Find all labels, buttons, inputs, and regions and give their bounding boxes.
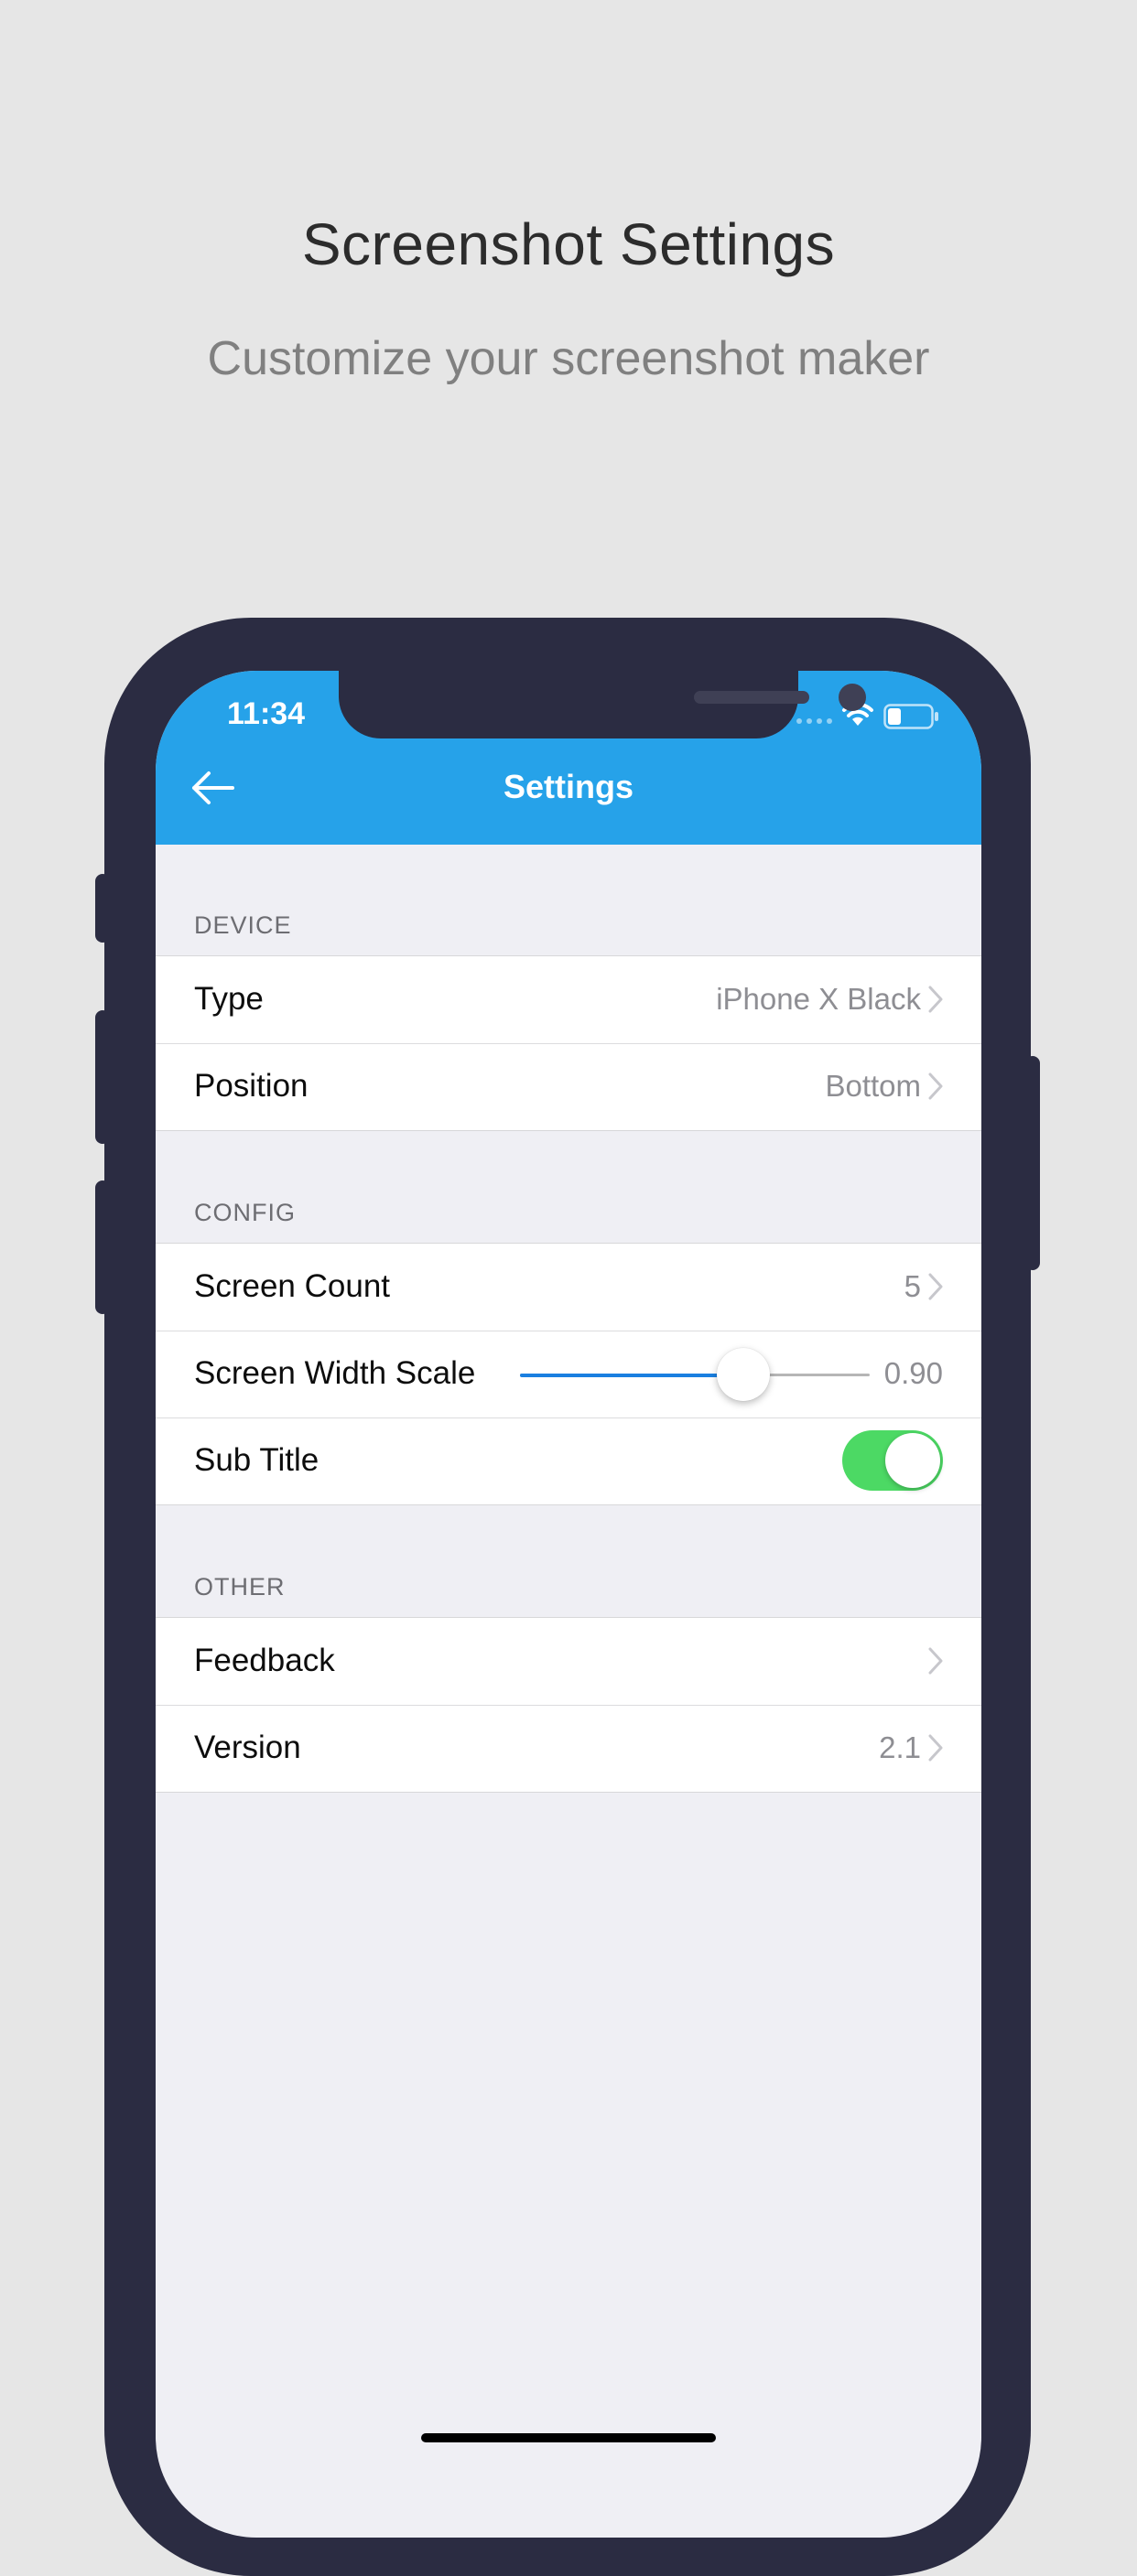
row-type[interactable]: Type iPhone X Black bbox=[156, 956, 981, 1043]
row-feedback[interactable]: Feedback bbox=[156, 1618, 981, 1705]
row-type-label: Type bbox=[194, 981, 264, 1017]
row-sub-title-label: Sub Title bbox=[194, 1442, 319, 1478]
width-scale-slider[interactable] bbox=[520, 1348, 870, 1401]
battery-icon bbox=[883, 704, 938, 729]
other-group: Feedback Version 2.1 bbox=[156, 1617, 981, 1793]
chevron-right-icon bbox=[928, 1072, 943, 1100]
front-camera bbox=[839, 684, 866, 711]
row-type-value: iPhone X Black bbox=[716, 982, 921, 1016]
row-version-label: Version bbox=[194, 1730, 301, 1765]
status-time: 11:34 bbox=[227, 696, 306, 731]
nav-title: Settings bbox=[503, 768, 633, 805]
row-sub-title: Sub Title bbox=[156, 1417, 981, 1504]
device-group: Type iPhone X Black Position Bottom bbox=[156, 955, 981, 1131]
section-header-device: DEVICE bbox=[194, 911, 292, 939]
slider-thumb[interactable] bbox=[717, 1348, 771, 1401]
sub-title-toggle[interactable] bbox=[842, 1430, 943, 1491]
phone-screen: 11:34 Settings DEVICE Type iPhone X Blac… bbox=[156, 671, 981, 2538]
section-header-config: CONFIG bbox=[194, 1199, 296, 1226]
chevron-right-icon bbox=[928, 1273, 943, 1300]
row-screen-count-value: 5 bbox=[904, 1269, 921, 1303]
speaker-grille bbox=[694, 691, 809, 704]
signal-dots-icon bbox=[796, 718, 832, 724]
marketing-subtitle: Customize your screenshot maker bbox=[207, 332, 930, 385]
row-screen-count-label: Screen Count bbox=[194, 1268, 391, 1304]
row-feedback-label: Feedback bbox=[194, 1643, 335, 1678]
row-version[interactable]: Version 2.1 bbox=[156, 1705, 981, 1792]
row-screen-width-scale-label: Screen Width Scale bbox=[194, 1355, 476, 1391]
chevron-right-icon bbox=[928, 1734, 943, 1762]
chevron-right-icon bbox=[928, 986, 943, 1013]
toggle-knob bbox=[885, 1433, 940, 1488]
config-group: Screen Count 5 Screen Width Scale 0.90 S… bbox=[156, 1243, 981, 1505]
row-position-value: Bottom bbox=[825, 1069, 921, 1103]
row-screen-count[interactable]: Screen Count 5 bbox=[156, 1244, 981, 1331]
row-screen-width-scale: Screen Width Scale 0.90 bbox=[156, 1331, 981, 1417]
chevron-right-icon bbox=[928, 1647, 943, 1675]
marketing-title: Screenshot Settings bbox=[301, 211, 836, 277]
section-header-other: OTHER bbox=[194, 1573, 286, 1601]
phone-notch bbox=[339, 671, 866, 738]
row-version-value: 2.1 bbox=[879, 1730, 921, 1764]
row-position-label: Position bbox=[194, 1068, 309, 1104]
width-scale-value: 0.90 bbox=[883, 1356, 943, 1390]
row-position[interactable]: Position Bottom bbox=[156, 1043, 981, 1130]
home-indicator[interactable] bbox=[421, 2433, 716, 2442]
slider-fill bbox=[520, 1374, 744, 1377]
